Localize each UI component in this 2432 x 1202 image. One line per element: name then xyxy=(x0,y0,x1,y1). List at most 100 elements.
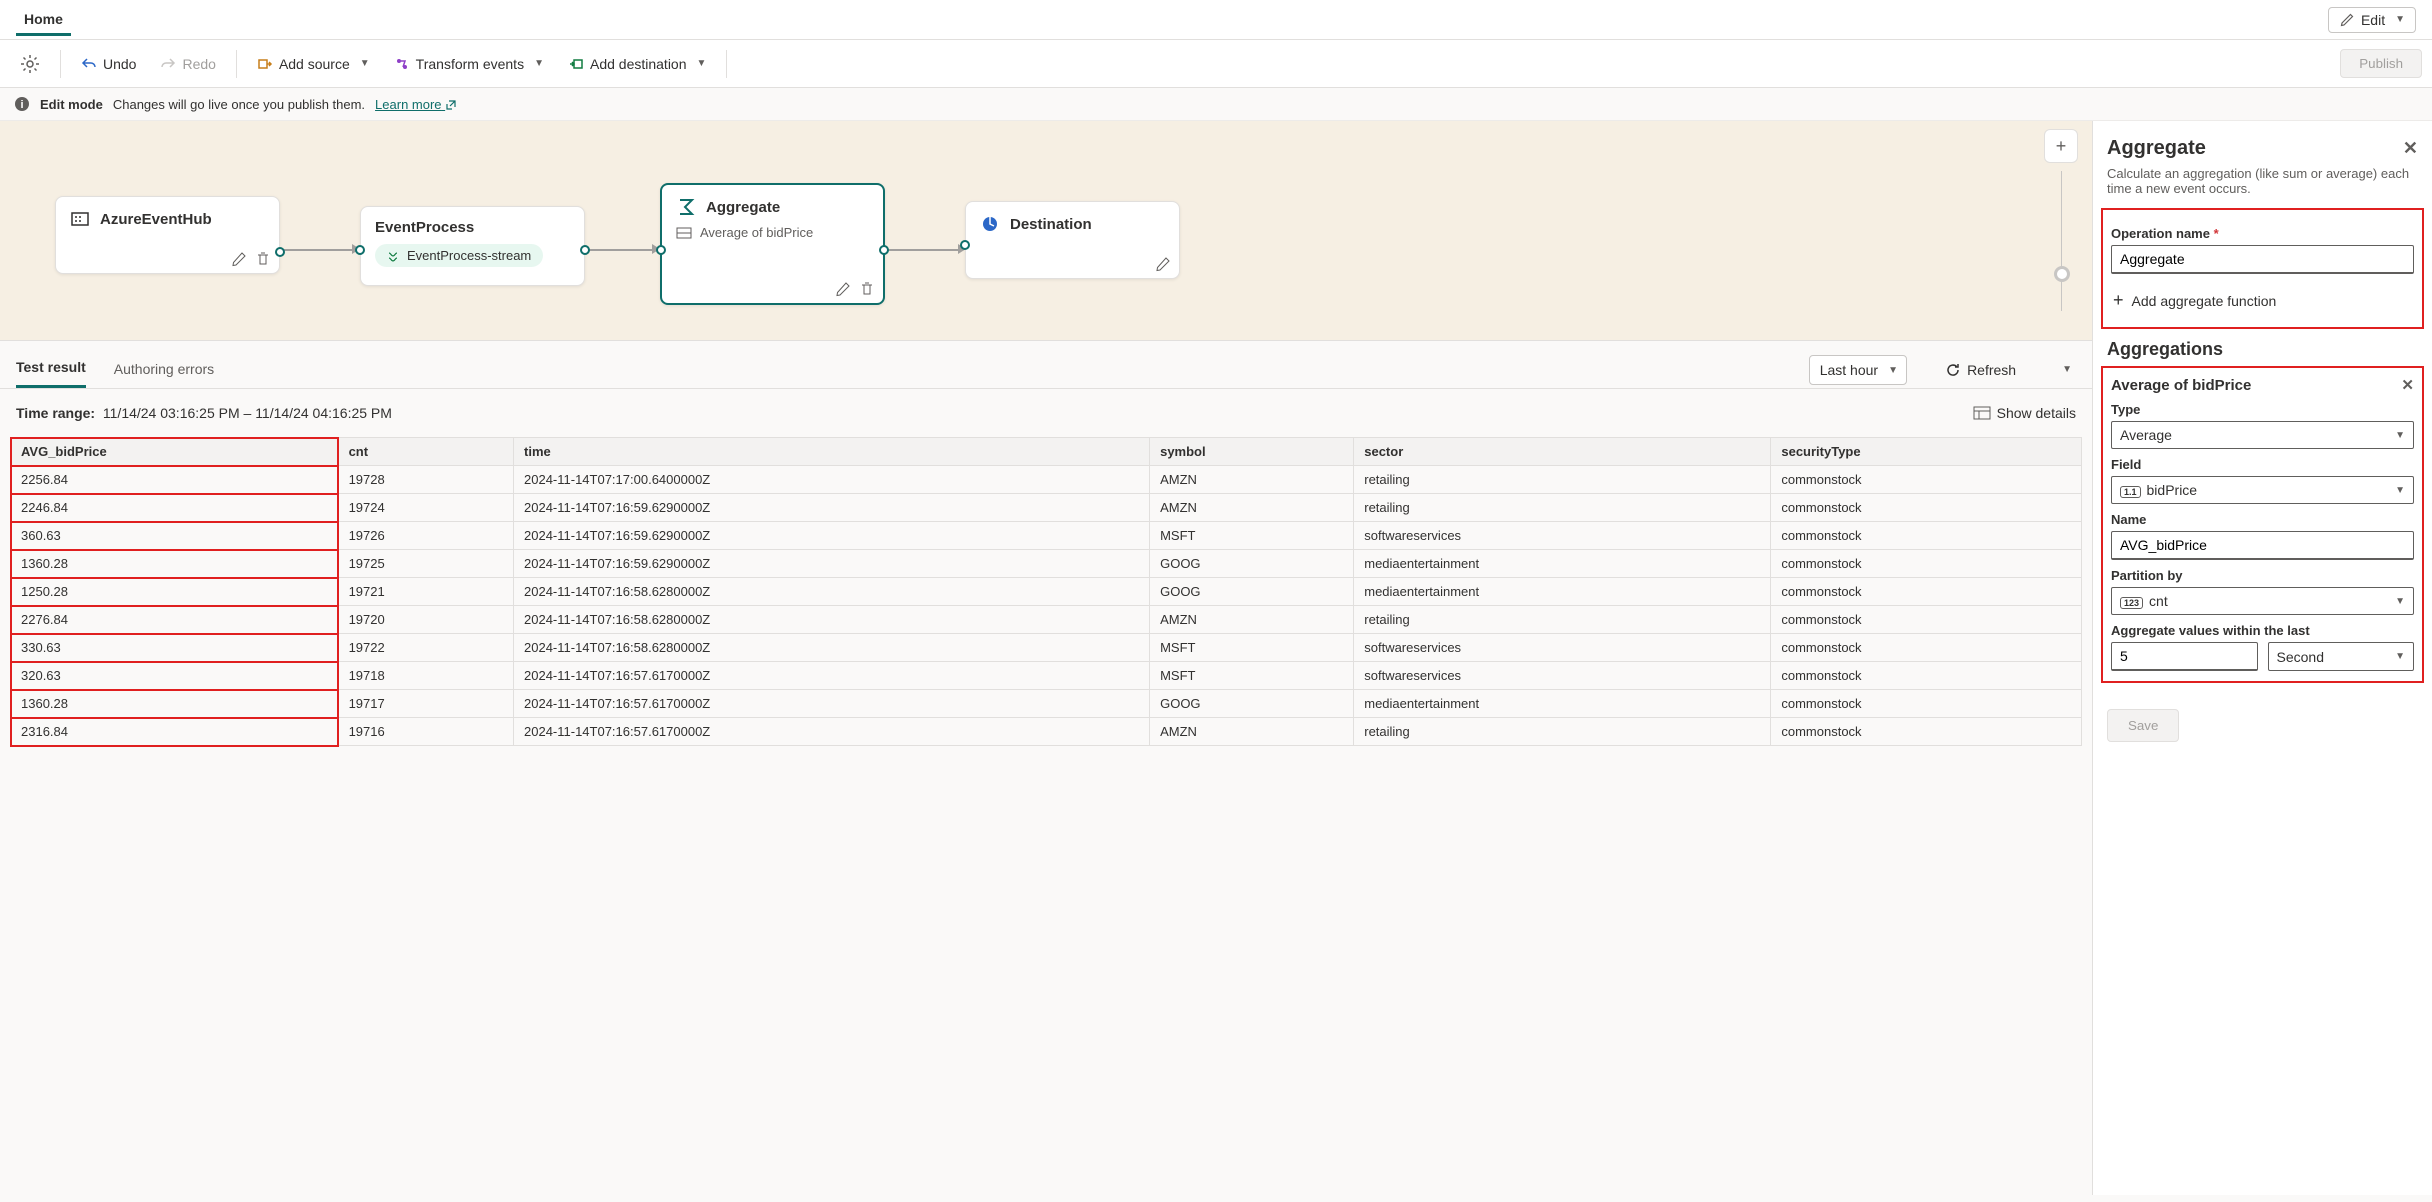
table-cell: 320.63 xyxy=(11,662,339,690)
node-aggregate[interactable]: Aggregate Average of bidPrice xyxy=(660,183,885,305)
column-header[interactable]: sector xyxy=(1354,438,1771,466)
column-header[interactable]: securityType xyxy=(1771,438,2082,466)
table-cell: 19720 xyxy=(338,606,513,634)
add-dest-label: Add destination xyxy=(590,56,687,72)
column-header[interactable]: symbol xyxy=(1150,438,1354,466)
tab-home[interactable]: Home xyxy=(16,3,71,36)
edit-label: Edit xyxy=(2361,12,2385,28)
window-value-input[interactable] xyxy=(2111,642,2258,671)
column-header[interactable]: AVG_bidPrice xyxy=(11,438,339,466)
table-row[interactable]: 330.63197222024-11-14T07:16:58.6280000ZM… xyxy=(11,634,2082,662)
table-cell: 19724 xyxy=(338,494,513,522)
table-cell: GOOG xyxy=(1150,550,1354,578)
panel-title: Aggregate xyxy=(2107,137,2206,160)
table-cell: commonstock xyxy=(1771,634,2082,662)
field-type-badge: 1.1 xyxy=(2120,486,2141,498)
table-cell: commonstock xyxy=(1771,522,2082,550)
pencil-icon[interactable] xyxy=(835,281,851,297)
redo-button: Redo xyxy=(150,50,225,78)
table-row[interactable]: 360.63197262024-11-14T07:16:59.6290000ZM… xyxy=(11,522,2082,550)
table-cell: commonstock xyxy=(1771,578,2082,606)
table-cell: 2024-11-14T07:16:58.6280000Z xyxy=(514,606,1150,634)
table-cell: mediaentertainment xyxy=(1354,578,1771,606)
chevron-down-icon[interactable]: ▼ xyxy=(2058,358,2076,381)
add-fn-label: Add aggregate function xyxy=(2132,293,2277,309)
node-sublabel: Average of bidPrice xyxy=(700,225,813,240)
table-row[interactable]: 320.63197182024-11-14T07:16:57.6170000ZM… xyxy=(11,662,2082,690)
chip-label: EventProcess-stream xyxy=(407,248,531,263)
publish-button: Publish xyxy=(2340,49,2422,78)
table-cell: 2024-11-14T07:16:58.6280000Z xyxy=(514,578,1150,606)
edit-button[interactable]: Edit ▼ xyxy=(2328,7,2416,33)
table-row[interactable]: 1360.28197172024-11-14T07:16:57.6170000Z… xyxy=(11,690,2082,718)
table-cell: 2316.84 xyxy=(11,718,339,746)
undo-button[interactable]: Undo xyxy=(71,50,146,78)
trash-icon[interactable] xyxy=(859,281,875,297)
node-destination[interactable]: Destination xyxy=(965,201,1180,279)
close-icon[interactable]: ✕ xyxy=(2401,376,2414,394)
name-input[interactable] xyxy=(2111,531,2414,560)
table-cell: mediaentertainment xyxy=(1354,690,1771,718)
node-azure-event-hub[interactable]: AzureEventHub xyxy=(55,196,280,274)
table-cell: retailing xyxy=(1354,494,1771,522)
table-cell: retailing xyxy=(1354,718,1771,746)
table-cell: 2024-11-14T07:16:59.6290000Z xyxy=(514,494,1150,522)
save-button: Save xyxy=(2107,709,2179,742)
table-row[interactable]: 2276.84197202024-11-14T07:16:58.6280000Z… xyxy=(11,606,2082,634)
tab-authoring-errors[interactable]: Authoring errors xyxy=(114,353,214,387)
settings-button[interactable] xyxy=(10,48,50,80)
table-cell: softwareservices xyxy=(1354,662,1771,690)
chevron-down-icon: ▼ xyxy=(697,58,707,69)
table-row[interactable]: 1360.28197252024-11-14T07:16:59.6290000Z… xyxy=(11,550,2082,578)
table-cell: MSFT xyxy=(1150,634,1354,662)
add-source-button[interactable]: Add source ▼ xyxy=(247,50,380,78)
column-header[interactable]: time xyxy=(514,438,1150,466)
node-event-process[interactable]: EventProcess EventProcess-stream xyxy=(360,206,585,286)
stream-icon xyxy=(387,249,401,263)
redo-icon xyxy=(160,56,176,72)
chevron-down-icon: ▼ xyxy=(1888,365,1898,376)
tab-test-result[interactable]: Test result xyxy=(16,351,86,388)
info-icon: i xyxy=(14,96,30,112)
partition-select[interactable]: 123cnt ▼ xyxy=(2111,587,2414,615)
table-cell: 19716 xyxy=(338,718,513,746)
sigma-icon xyxy=(676,197,696,217)
panel-desc: Calculate an aggregation (like sum or av… xyxy=(2107,166,2418,196)
window-unit-select[interactable]: Second ▼ xyxy=(2268,642,2415,671)
op-name-input[interactable] xyxy=(2111,245,2414,274)
pencil-icon[interactable] xyxy=(1155,256,1171,272)
window-unit-value: Second xyxy=(2277,649,2324,665)
table-row[interactable]: 2246.84197242024-11-14T07:16:59.6290000Z… xyxy=(11,494,2082,522)
refresh-button[interactable]: Refresh xyxy=(1935,356,2026,384)
add-aggregate-function-button[interactable]: + Add aggregate function xyxy=(2111,284,2414,317)
window-label: Aggregate values within the last xyxy=(2111,623,2414,638)
table-row[interactable]: 2316.84197162024-11-14T07:16:57.6170000Z… xyxy=(11,718,2082,746)
edit-mode-notice: i Edit mode Changes will go live once yo… xyxy=(0,88,2432,121)
column-header[interactable]: cnt xyxy=(338,438,513,466)
table-cell: softwareservices xyxy=(1354,634,1771,662)
add-destination-button[interactable]: Add destination ▼ xyxy=(558,50,716,78)
chevron-down-icon: ▼ xyxy=(2395,596,2405,607)
pencil-icon[interactable] xyxy=(231,251,247,267)
flow-canvas[interactable]: + AzureEventHub xyxy=(0,121,2092,341)
table-row[interactable]: 1250.28197212024-11-14T07:16:58.6280000Z… xyxy=(11,578,2082,606)
chevron-down-icon: ▼ xyxy=(2395,485,2405,496)
chevron-down-icon: ▼ xyxy=(534,58,544,69)
type-select[interactable]: Average ▼ xyxy=(2111,421,2414,449)
node-title: EventProcess xyxy=(375,219,474,236)
table-row[interactable]: 2256.84197282024-11-14T07:17:00.6400000Z… xyxy=(11,466,2082,494)
transform-events-button[interactable]: Transform events ▼ xyxy=(384,50,554,78)
time-range-select[interactable]: Last hour ▼ xyxy=(1809,355,1907,385)
learn-more-link[interactable]: Learn more xyxy=(375,97,457,112)
field-label: Field xyxy=(2111,457,2414,472)
add-node-button[interactable]: + xyxy=(2044,129,2078,163)
undo-label: Undo xyxy=(103,56,136,72)
field-select[interactable]: 1.1bidPrice ▼ xyxy=(2111,476,2414,504)
trash-icon[interactable] xyxy=(255,251,271,267)
close-icon[interactable]: ✕ xyxy=(2403,138,2418,159)
show-details-button[interactable]: Show details xyxy=(1973,405,2076,421)
chevron-down-icon: ▼ xyxy=(360,58,370,69)
transform-icon xyxy=(394,56,410,72)
zoom-slider-knob[interactable] xyxy=(2054,266,2070,282)
aggregation-title: Average of bidPrice xyxy=(2111,377,2251,394)
